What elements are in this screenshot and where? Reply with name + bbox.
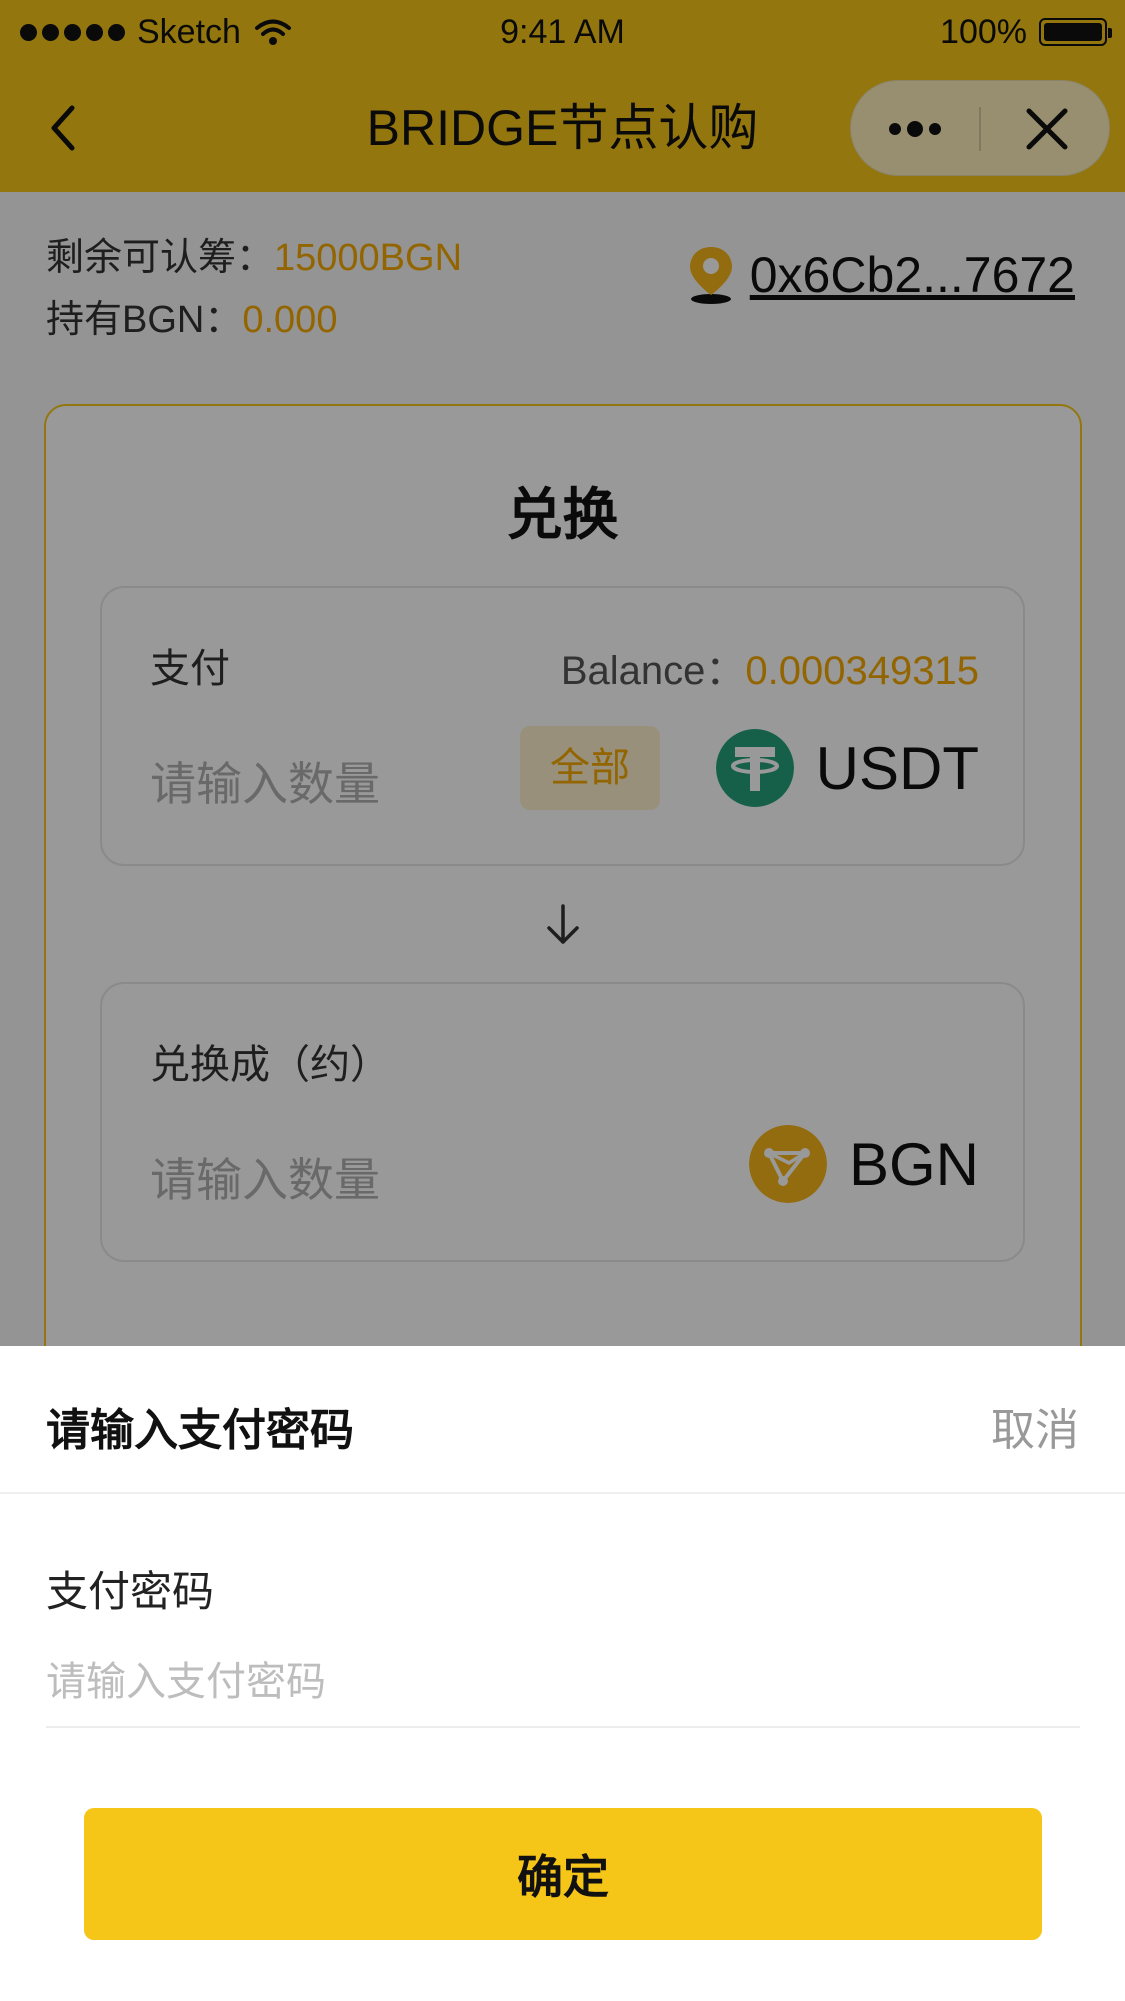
sheet-header: 请输入支付密码 取消 (0, 1346, 1125, 1494)
password-label: 支付密码 (46, 1568, 215, 1615)
confirm-button[interactable]: 确定 (84, 1808, 1042, 1940)
password-field[interactable] (46, 1638, 1080, 1728)
password-sheet: 请输入支付密码 取消 支付密码 确定 (0, 1346, 1125, 2001)
sheet-title: 请输入支付密码 (46, 1406, 354, 1455)
cancel-button[interactable]: 取消 (991, 1394, 1079, 1458)
modal-overlay[interactable] (0, 0, 1125, 1346)
